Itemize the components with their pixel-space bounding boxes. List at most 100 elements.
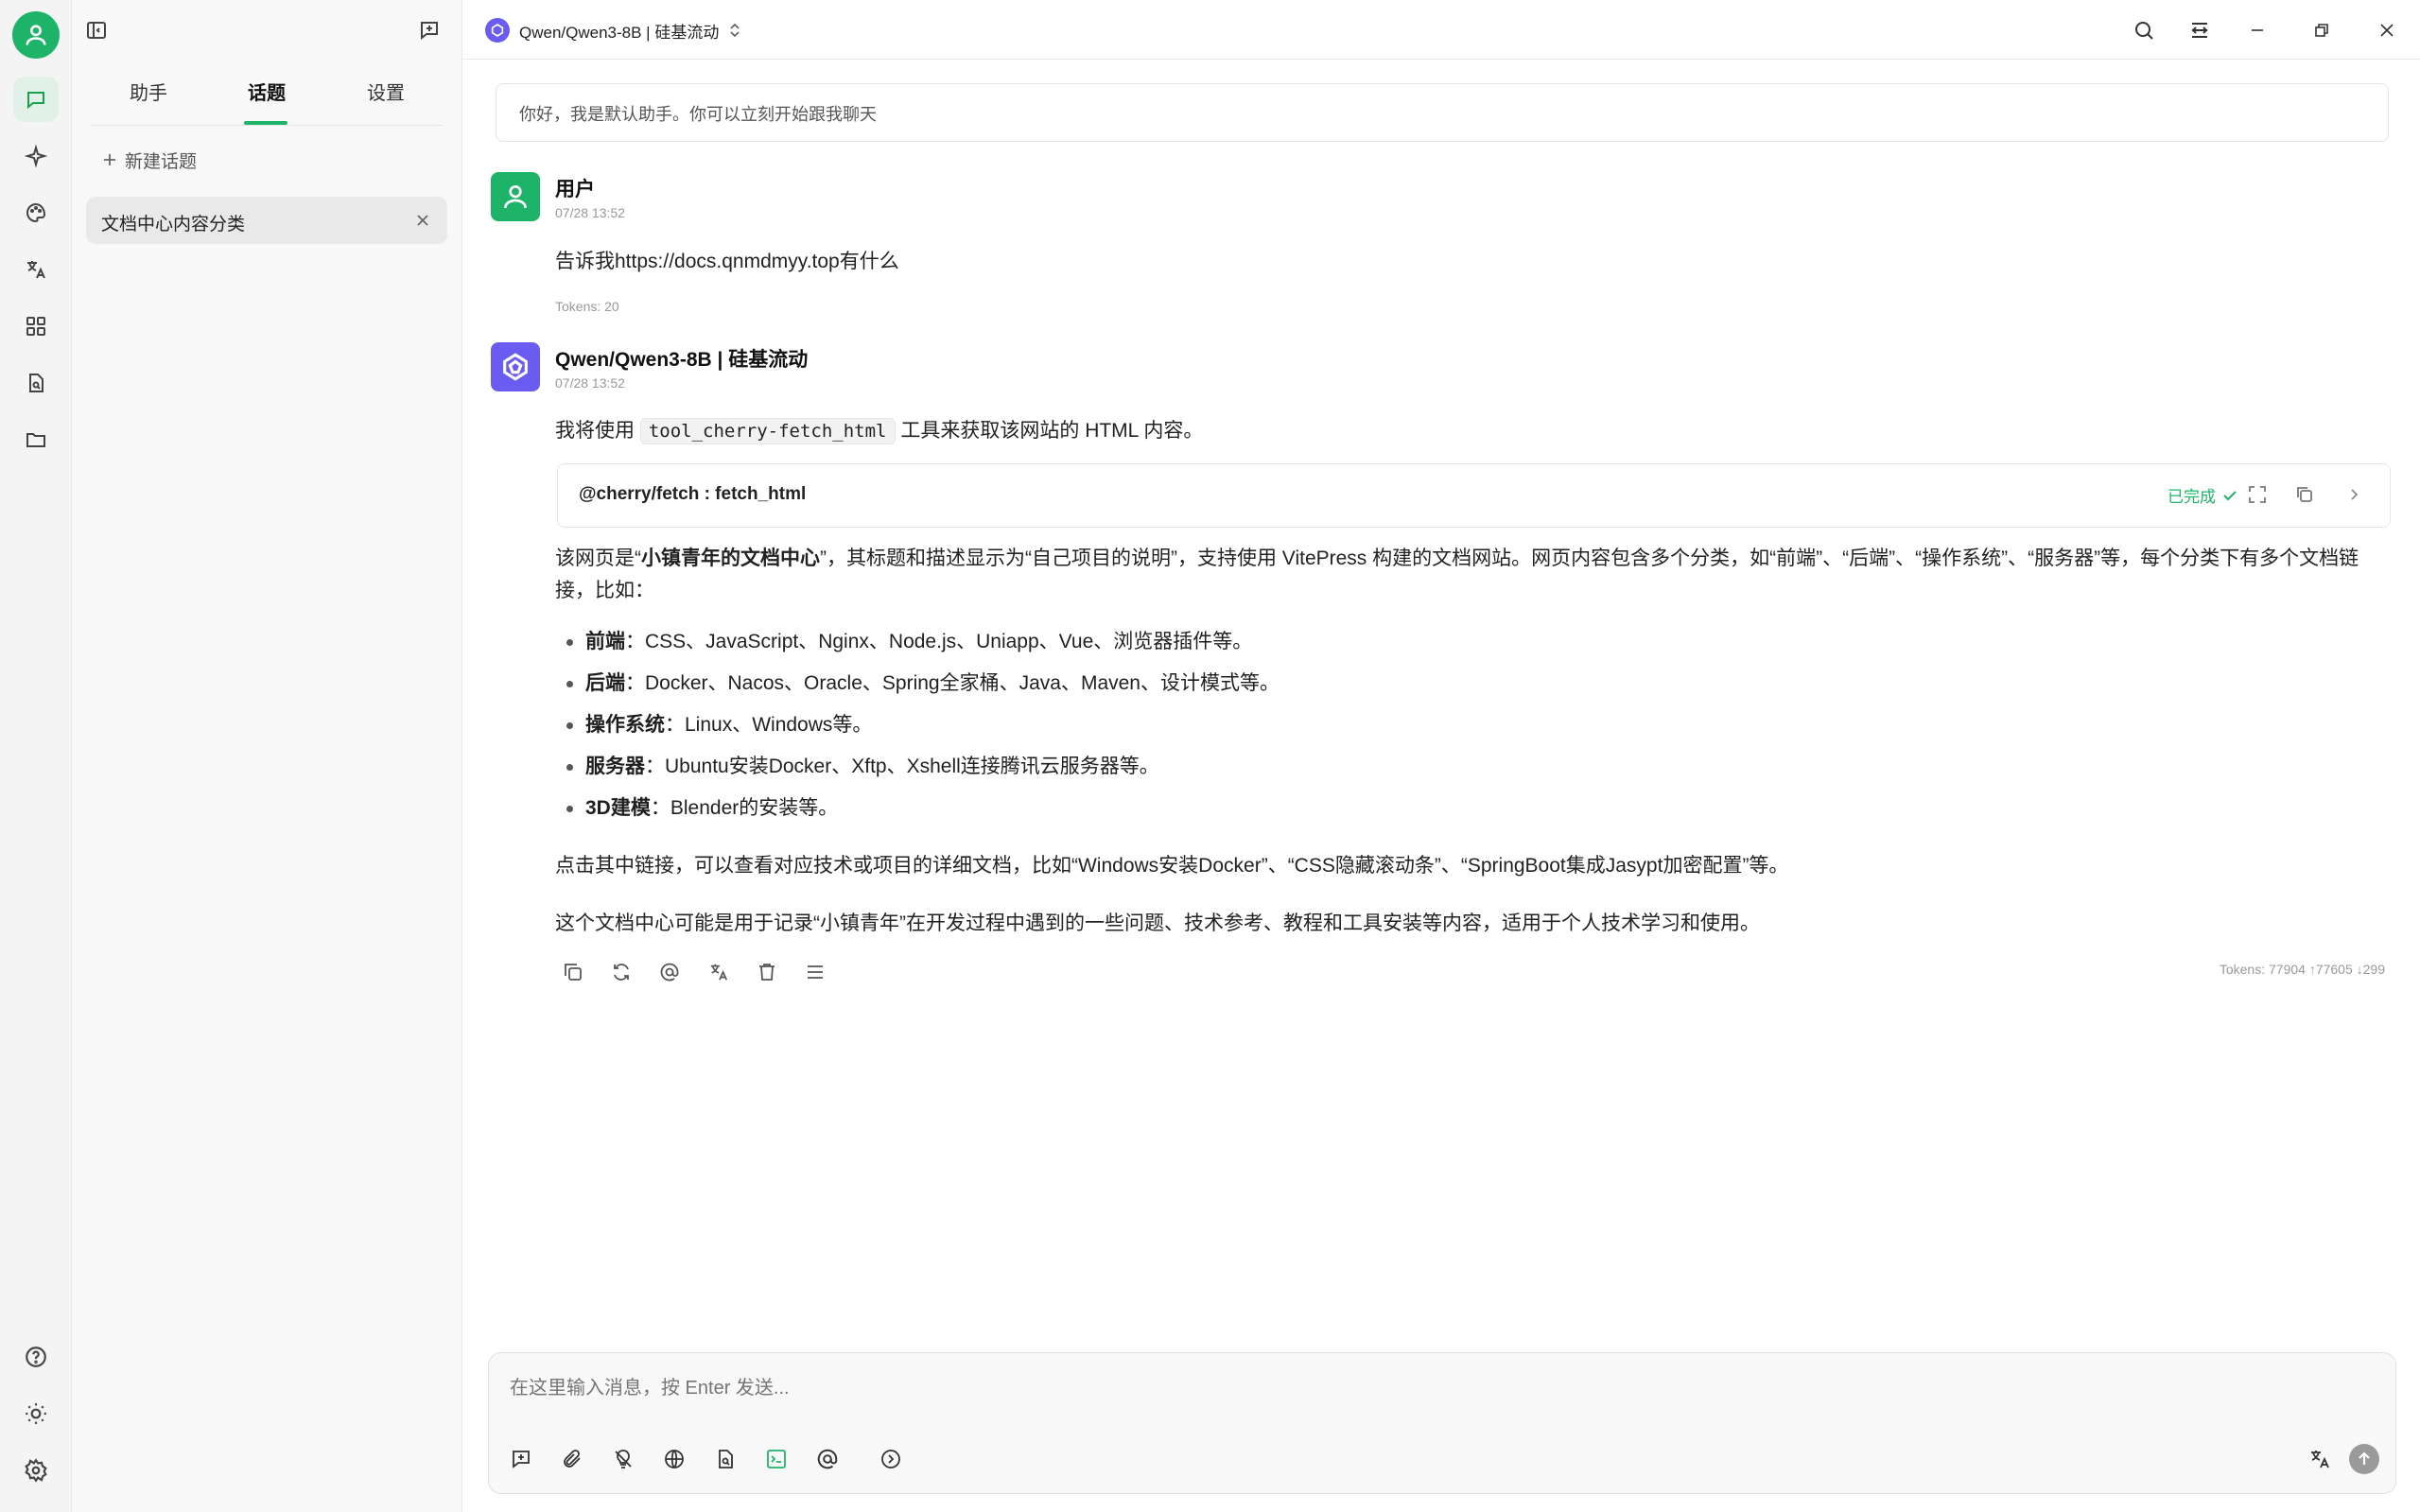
- copy-message-button[interactable]: [558, 957, 588, 987]
- expand-toolbar-button[interactable]: [875, 1443, 907, 1475]
- files-nav-button[interactable]: [13, 417, 59, 462]
- mcp-tools-button[interactable]: [760, 1443, 792, 1475]
- trash-icon: [759, 964, 775, 981]
- assistant-paragraph-1: 该网页是“小镇青年的文档中心”，其标题和描述显示为“自己项目的说明”，支持使用 …: [555, 543, 2385, 607]
- close-icon: [417, 215, 428, 226]
- para1-bold: 小镇青年的文档中心: [641, 547, 820, 569]
- model-title: Qwen/Qwen3-8B | 硅基流动: [519, 23, 720, 42]
- thinking-toggle-button[interactable]: [607, 1443, 639, 1475]
- knowledge-base-button[interactable]: [709, 1443, 741, 1475]
- lightbulb-off-icon: [615, 1450, 632, 1469]
- tool-status-text: 已完成: [2168, 488, 2216, 506]
- qwen-logo-icon: [503, 353, 528, 381]
- new-topic-composer-button[interactable]: [505, 1443, 537, 1475]
- tool-name-code: tool_cherry-fetch_html: [639, 418, 896, 444]
- mention-model-button[interactable]: [654, 957, 685, 987]
- paintings-nav-button[interactable]: [13, 190, 59, 235]
- expand-width-icon: [2191, 23, 2208, 38]
- gear-icon: [25, 1458, 47, 1483]
- tool-call-card[interactable]: @cherry/fetch : fetch_html 已完成: [557, 463, 2391, 528]
- user-message-avatar: [491, 172, 540, 221]
- add-note-icon: [513, 1451, 530, 1469]
- delete-message-button[interactable]: [752, 957, 782, 987]
- regenerate-button[interactable]: [606, 957, 636, 987]
- assistant-message-time: 07/28 13:52: [555, 375, 625, 391]
- assistant-message-name: Qwen/Qwen3-8B | 硅基流动: [555, 349, 809, 371]
- at-icon: [817, 1449, 838, 1469]
- list-item-text: ：Ubuntu安装Docker、Xftp、Xshell连接腾讯云服务器等。: [645, 756, 1159, 777]
- list-item: 后端：Docker、Nacos、Oracle、Spring全家桶、Java、Ma…: [557, 663, 2382, 704]
- list-item: 操作系统：Linux、Windows等。: [557, 704, 2382, 746]
- tab-settings[interactable]: 设置: [367, 78, 405, 105]
- check-icon: [2223, 490, 2237, 500]
- intro-text-before: 我将使用: [555, 420, 635, 442]
- new-topic-icon-button[interactable]: [414, 15, 444, 45]
- list-item-text: ：Linux、Windows等。: [665, 714, 873, 736]
- sparkle-icon: [25, 145, 47, 167]
- list-item: 前端：CSS、JavaScript、Nginx、Node.js、Uniapp、V…: [557, 621, 2382, 663]
- assistant-message-avatar: [491, 342, 540, 391]
- new-topic-button[interactable]: 新建话题: [102, 146, 197, 174]
- list-item-label: 前端: [585, 631, 625, 652]
- list-item-text: ：Docker、Nacos、Oracle、Spring全家桶、Java、Mave…: [625, 672, 1280, 694]
- theme-toggle-button[interactable]: [13, 1391, 59, 1436]
- agents-nav-button[interactable]: [13, 133, 59, 179]
- paperclip-icon: [564, 1450, 581, 1468]
- tool-copy-button[interactable]: [2290, 480, 2319, 509]
- translate-input-button[interactable]: [2304, 1443, 2336, 1475]
- active-tab-indicator: [244, 121, 287, 125]
- chevron-updown-icon: [730, 23, 740, 38]
- delete-topic-button[interactable]: [415, 213, 430, 228]
- refresh-icon: [614, 964, 629, 981]
- greeting-card: 你好，我是默认助手。你可以立刻开始跟我聊天: [496, 83, 2389, 142]
- greeting-text: 你好，我是默认助手。你可以立刻开始跟我聊天: [519, 105, 877, 124]
- message-input[interactable]: [508, 1370, 2365, 1406]
- close-window-button[interactable]: [2372, 15, 2402, 45]
- globe-icon: [665, 1450, 684, 1469]
- translate-icon: [710, 964, 728, 981]
- tool-expand-button[interactable]: [2243, 480, 2272, 509]
- search-button[interactable]: [2129, 15, 2159, 45]
- help-button[interactable]: [13, 1334, 59, 1380]
- settings-button[interactable]: [13, 1448, 59, 1493]
- list-item-text: ：Blender的安装等。: [650, 797, 839, 819]
- user-message-name: 用户: [555, 179, 595, 200]
- chat-nav-button[interactable]: [13, 77, 59, 122]
- user-icon: [504, 185, 527, 209]
- translate-nav-button[interactable]: [13, 247, 59, 292]
- arrow-up-icon: [2359, 1451, 2370, 1465]
- file-search-icon: [29, 374, 44, 392]
- toggle-sidebar-button[interactable]: [81, 15, 112, 45]
- tab-topics[interactable]: 话题: [248, 78, 286, 105]
- attach-file-button[interactable]: [556, 1443, 588, 1475]
- copy-icon: [2297, 487, 2312, 502]
- knowledge-nav-button[interactable]: [13, 360, 59, 406]
- chat-header: Qwen/Qwen3-8B | 硅基流动: [462, 0, 2420, 60]
- minimize-icon: [2252, 29, 2263, 31]
- translate-icon: [2311, 1451, 2329, 1469]
- sun-icon: [26, 1403, 46, 1424]
- assistant-paragraph-2: 点击其中链接，可以查看对应技术或项目的详细文档，比如“Windows安装Dock…: [555, 855, 1789, 877]
- list-item: 服务器：Ubuntu安装Docker、Xftp、Xshell连接腾讯云服务器等。: [557, 746, 2382, 788]
- web-search-button[interactable]: [658, 1443, 690, 1475]
- send-button[interactable]: [2349, 1444, 2379, 1474]
- layout-toggle-button[interactable]: [2185, 15, 2215, 45]
- more-actions-button[interactable]: [800, 957, 830, 987]
- tab-assistants[interactable]: 助手: [130, 78, 167, 105]
- palette-icon: [26, 202, 46, 223]
- apps-nav-button[interactable]: [13, 304, 59, 349]
- model-selector[interactable]: Qwen/Qwen3-8B | 硅基流动: [485, 17, 741, 43]
- help-icon: [26, 1347, 46, 1367]
- topic-item[interactable]: 文档中心内容分类: [86, 197, 447, 244]
- maximize-button[interactable]: [2307, 15, 2337, 45]
- chevron-right-icon: [2351, 489, 2359, 500]
- translate-message-button[interactable]: [704, 957, 734, 987]
- mention-button[interactable]: [811, 1443, 844, 1475]
- folder-icon: [26, 433, 45, 447]
- topic-sidebar: 助手 话题 设置 新建话题 文档中心内容分类: [72, 0, 462, 1512]
- para1-suffix: ”，其标题和描述显示为“自己项目的说明”，支持使用 VitePress 构建的文…: [555, 547, 2359, 601]
- plus-icon: [104, 154, 115, 165]
- minimize-button[interactable]: [2242, 15, 2272, 45]
- user-avatar[interactable]: [12, 11, 60, 59]
- tool-toggle-button[interactable]: [2340, 480, 2368, 509]
